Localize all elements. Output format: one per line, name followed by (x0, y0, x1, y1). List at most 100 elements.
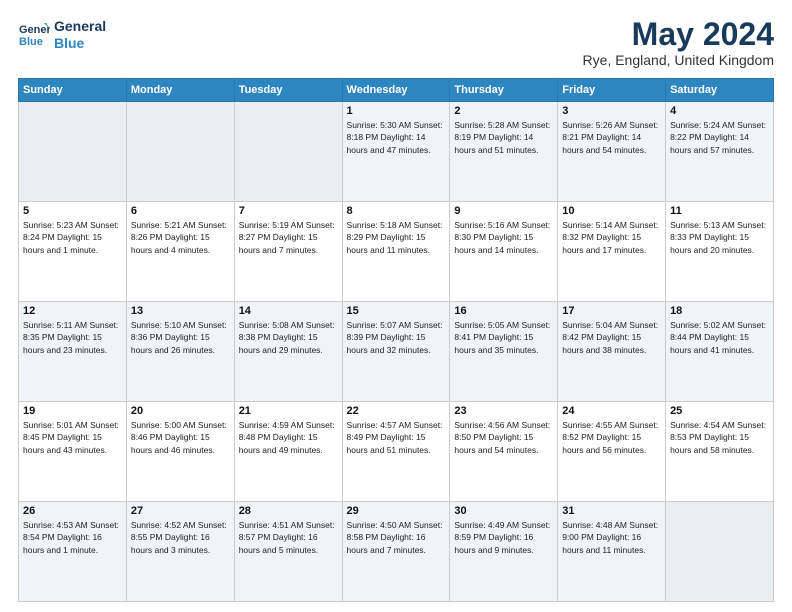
day-number: 7 (239, 205, 338, 217)
weekday-header: Monday (126, 79, 234, 102)
calendar-day-cell: 1 Sunrise: 5:30 AM Sunset: 8:18 PM Daylig… (342, 102, 450, 202)
logo-line2: Blue (54, 35, 106, 52)
calendar-week-row: 19 Sunrise: 5:01 AM Sunset: 8:45 PM Dayli… (19, 402, 774, 502)
month-title: May 2024 (583, 18, 774, 50)
logo-line1: General (54, 18, 106, 35)
day-info: Sunrise: 5:02 AM Sunset: 8:44 PM Dayligh… (670, 319, 769, 356)
day-info: Sunrise: 4:48 AM Sunset: 9:00 PM Dayligh… (562, 519, 661, 556)
day-info: Sunrise: 5:16 AM Sunset: 8:30 PM Dayligh… (454, 219, 553, 256)
day-info: Sunrise: 5:18 AM Sunset: 8:29 PM Dayligh… (347, 219, 446, 256)
location: Rye, England, United Kingdom (583, 52, 774, 68)
calendar-day-cell: 11 Sunrise: 5:13 AM Sunset: 8:33 PM Dayli… (666, 202, 774, 302)
calendar-day-cell: 31Sunrise: 4:48 AM Sunset: 9:00 PM Dayli… (558, 502, 666, 602)
day-info: Sunrise: 4:55 AM Sunset: 8:52 PM Dayligh… (562, 419, 661, 456)
calendar-week-row: 12 Sunrise: 5:11 AM Sunset: 8:35 PM Dayli… (19, 302, 774, 402)
day-number: 10 (562, 205, 661, 217)
calendar-day-cell: 19 Sunrise: 5:01 AM Sunset: 8:45 PM Dayli… (19, 402, 127, 502)
day-number: 19 (23, 405, 122, 417)
day-info: Sunrise: 5:07 AM Sunset: 8:39 PM Dayligh… (347, 319, 446, 356)
day-info: Sunrise: 5:21 AM Sunset: 8:26 PM Dayligh… (131, 219, 230, 256)
day-number: 5 (23, 205, 122, 217)
day-info: Sunrise: 5:11 AM Sunset: 8:35 PM Dayligh… (23, 319, 122, 356)
day-info: Sunrise: 5:23 AM Sunset: 8:24 PM Dayligh… (23, 219, 122, 256)
svg-text:Blue: Blue (19, 36, 43, 48)
calendar-day-cell: 17Sunrise: 5:04 AM Sunset: 8:42 PM Dayli… (558, 302, 666, 402)
calendar-day-cell: 14Sunrise: 5:08 AM Sunset: 8:38 PM Dayli… (234, 302, 342, 402)
day-info: Sunrise: 4:50 AM Sunset: 8:58 PM Dayligh… (347, 519, 446, 556)
day-number: 3 (562, 105, 661, 117)
day-number: 25 (670, 405, 769, 417)
day-number: 22 (347, 405, 446, 417)
day-info: Sunrise: 4:56 AM Sunset: 8:50 PM Dayligh… (454, 419, 553, 456)
calendar-day-cell: 16Sunrise: 5:05 AM Sunset: 8:41 PM Dayli… (450, 302, 558, 402)
calendar-day-cell: 28Sunrise: 4:51 AM Sunset: 8:57 PM Dayli… (234, 502, 342, 602)
page: General Blue General Blue May 2024 Rye, … (0, 0, 792, 612)
calendar-day-cell: 20Sunrise: 5:00 AM Sunset: 8:46 PM Dayli… (126, 402, 234, 502)
calendar-day-cell: 12 Sunrise: 5:11 AM Sunset: 8:35 PM Dayli… (19, 302, 127, 402)
calendar-day-cell: 7Sunrise: 5:19 AM Sunset: 8:27 PM Daylig… (234, 202, 342, 302)
calendar-day-cell (126, 102, 234, 202)
day-number: 27 (131, 505, 230, 517)
day-info: Sunrise: 4:49 AM Sunset: 8:59 PM Dayligh… (454, 519, 553, 556)
svg-text:General: General (19, 24, 50, 36)
day-number: 1 (347, 105, 446, 117)
day-number: 23 (454, 405, 553, 417)
logo: General Blue General Blue (18, 18, 106, 52)
calendar-day-cell: 8Sunrise: 5:18 AM Sunset: 8:29 PM Daylig… (342, 202, 450, 302)
calendar-day-cell: 24 Sunrise: 4:55 AM Sunset: 8:52 PM Dayli… (558, 402, 666, 502)
day-info: Sunrise: 5:01 AM Sunset: 8:45 PM Dayligh… (23, 419, 122, 456)
day-number: 24 (562, 405, 661, 417)
calendar-day-cell: 23 Sunrise: 4:56 AM Sunset: 8:50 PM Dayli… (450, 402, 558, 502)
weekday-header: Saturday (666, 79, 774, 102)
calendar-day-cell: 21 Sunrise: 4:59 AM Sunset: 8:48 PM Dayli… (234, 402, 342, 502)
day-number: 16 (454, 305, 553, 317)
day-info: Sunrise: 5:10 AM Sunset: 8:36 PM Dayligh… (131, 319, 230, 356)
calendar-week-row: 1 Sunrise: 5:30 AM Sunset: 8:18 PM Daylig… (19, 102, 774, 202)
day-number: 21 (239, 405, 338, 417)
weekday-header: Wednesday (342, 79, 450, 102)
day-info: Sunrise: 4:57 AM Sunset: 8:49 PM Dayligh… (347, 419, 446, 456)
day-number: 2 (454, 105, 553, 117)
day-info: Sunrise: 5:24 AM Sunset: 8:22 PM Dayligh… (670, 119, 769, 156)
day-number: 18 (670, 305, 769, 317)
day-info: Sunrise: 4:53 AM Sunset: 8:54 PM Dayligh… (23, 519, 122, 556)
calendar-day-cell: 13Sunrise: 5:10 AM Sunset: 8:36 PM Dayli… (126, 302, 234, 402)
calendar-day-cell: 22 Sunrise: 4:57 AM Sunset: 8:49 PM Dayli… (342, 402, 450, 502)
calendar-day-cell (234, 102, 342, 202)
calendar-day-cell: 15 Sunrise: 5:07 AM Sunset: 8:39 PM Dayli… (342, 302, 450, 402)
weekday-header: Thursday (450, 79, 558, 102)
day-number: 26 (23, 505, 122, 517)
calendar-day-cell: 26 Sunrise: 4:53 AM Sunset: 8:54 PM Dayli… (19, 502, 127, 602)
day-info: Sunrise: 5:28 AM Sunset: 8:19 PM Dayligh… (454, 119, 553, 156)
day-info: Sunrise: 4:59 AM Sunset: 8:48 PM Dayligh… (239, 419, 338, 456)
calendar-week-row: 26 Sunrise: 4:53 AM Sunset: 8:54 PM Dayli… (19, 502, 774, 602)
calendar-day-cell: 27 Sunrise: 4:52 AM Sunset: 8:55 PM Dayli… (126, 502, 234, 602)
day-number: 17 (562, 305, 661, 317)
day-number: 6 (131, 205, 230, 217)
calendar-table: SundayMondayTuesdayWednesdayThursdayFrid… (18, 78, 774, 602)
day-info: Sunrise: 5:26 AM Sunset: 8:21 PM Dayligh… (562, 119, 661, 156)
calendar-header-row: SundayMondayTuesdayWednesdayThursdayFrid… (19, 79, 774, 102)
day-info: Sunrise: 4:52 AM Sunset: 8:55 PM Dayligh… (131, 519, 230, 556)
calendar-day-cell: 10Sunrise: 5:14 AM Sunset: 8:32 PM Dayli… (558, 202, 666, 302)
calendar-day-cell: 18 Sunrise: 5:02 AM Sunset: 8:44 PM Dayli… (666, 302, 774, 402)
day-info: Sunrise: 5:30 AM Sunset: 8:18 PM Dayligh… (347, 119, 446, 156)
day-info: Sunrise: 5:08 AM Sunset: 8:38 PM Dayligh… (239, 319, 338, 356)
weekday-header: Friday (558, 79, 666, 102)
day-number: 11 (670, 205, 769, 217)
day-info: Sunrise: 4:54 AM Sunset: 8:53 PM Dayligh… (670, 419, 769, 456)
calendar-day-cell (666, 502, 774, 602)
calendar-day-cell: 5 Sunrise: 5:23 AM Sunset: 8:24 PM Daylig… (19, 202, 127, 302)
calendar-day-cell: 6 Sunrise: 5:21 AM Sunset: 8:26 PM Daylig… (126, 202, 234, 302)
calendar-week-row: 5 Sunrise: 5:23 AM Sunset: 8:24 PM Daylig… (19, 202, 774, 302)
weekday-header: Sunday (19, 79, 127, 102)
day-info: Sunrise: 5:13 AM Sunset: 8:33 PM Dayligh… (670, 219, 769, 256)
day-number: 4 (670, 105, 769, 117)
calendar-day-cell: 4 Sunrise: 5:24 AM Sunset: 8:22 PM Daylig… (666, 102, 774, 202)
day-number: 20 (131, 405, 230, 417)
day-number: 12 (23, 305, 122, 317)
day-number: 15 (347, 305, 446, 317)
calendar-day-cell: 9Sunrise: 5:16 AM Sunset: 8:30 PM Daylig… (450, 202, 558, 302)
calendar-day-cell: 2 Sunrise: 5:28 AM Sunset: 8:19 PM Daylig… (450, 102, 558, 202)
day-number: 29 (347, 505, 446, 517)
